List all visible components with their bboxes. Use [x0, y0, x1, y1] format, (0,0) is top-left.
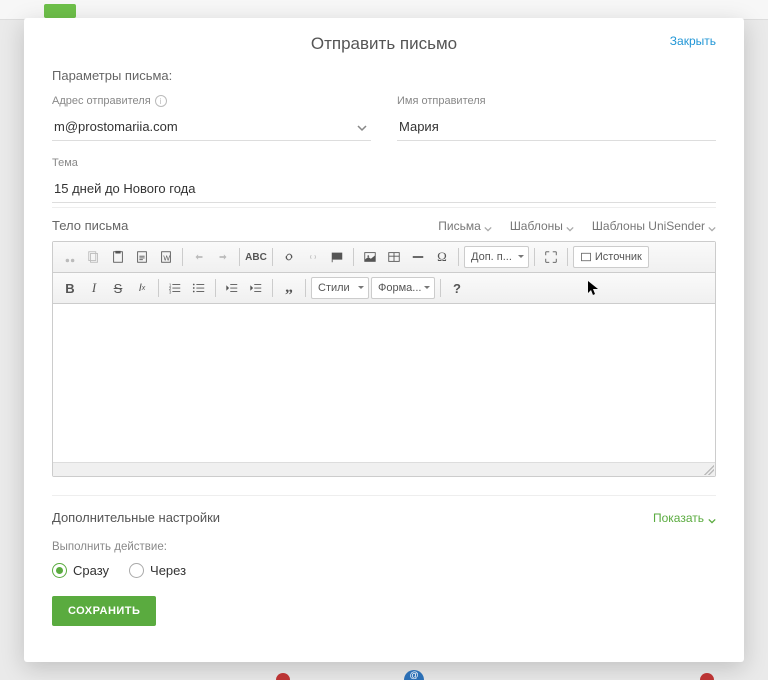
separator: [440, 279, 441, 297]
separator: [158, 279, 159, 297]
chevron-down-icon: [708, 514, 716, 522]
spellcheck-icon[interactable]: ABC: [245, 246, 267, 268]
sender-address-select[interactable]: m@prostomariia.com: [52, 113, 371, 141]
radio-dot: [129, 563, 144, 578]
separator: [305, 279, 306, 297]
blue-indicator: @: [404, 670, 424, 680]
chevron-down-icon: [708, 222, 716, 230]
modal-title: Отправить письмо: [52, 34, 716, 54]
source-button[interactable]: Источник: [573, 246, 649, 268]
separator: [458, 248, 459, 266]
chevron-down-icon: [357, 121, 367, 131]
editor-toolbar-row2: B I S Ix 123 „ Стили Форма... ?: [53, 273, 715, 304]
action-timing-label: Выполнить действие:: [52, 541, 716, 553]
green-badge: [44, 4, 76, 18]
red-indicator: [700, 673, 714, 680]
paste-icon[interactable]: [107, 246, 129, 268]
editor-footer: [53, 462, 715, 476]
outdent-icon[interactable]: [221, 277, 243, 299]
red-indicator: [276, 673, 290, 680]
radio-dot-checked: [52, 563, 67, 578]
help-icon[interactable]: ?: [446, 277, 468, 299]
bold-icon[interactable]: B: [59, 277, 81, 299]
link-icon[interactable]: [278, 246, 300, 268]
image-icon[interactable]: [359, 246, 381, 268]
editor-content-area[interactable]: [53, 304, 715, 462]
separator: [182, 248, 183, 266]
paste-text-icon[interactable]: [131, 246, 153, 268]
tab-templates[interactable]: Шаблоны: [510, 219, 574, 233]
separator: [272, 248, 273, 266]
indent-icon[interactable]: [245, 277, 267, 299]
cut-icon[interactable]: [59, 246, 81, 268]
action-timing-section: Выполнить действие: Сразу Через: [52, 541, 716, 578]
save-button[interactable]: СОХРАНИТЬ: [52, 596, 156, 626]
numbered-list-icon[interactable]: 123: [164, 277, 186, 299]
styles-combo[interactable]: Стили: [311, 277, 369, 299]
subject-label: Тема: [52, 157, 78, 169]
tab-letters[interactable]: Письма: [438, 219, 492, 233]
chevron-down-icon: [484, 222, 492, 230]
redo-icon[interactable]: [212, 246, 234, 268]
chevron-down-icon: [566, 222, 574, 230]
maximize-icon[interactable]: [540, 246, 562, 268]
extras-combo[interactable]: Доп. п...: [464, 246, 529, 268]
rich-text-editor: W ABC Ω Доп. п...: [52, 241, 716, 477]
editor-toolbar-row1: W ABC Ω Доп. п...: [53, 242, 715, 273]
separator: [215, 279, 216, 297]
remove-format-icon[interactable]: Ix: [131, 277, 153, 299]
resize-grip[interactable]: [704, 465, 714, 475]
sender-name-field: Имя отправителя: [397, 95, 716, 141]
copy-icon[interactable]: [83, 246, 105, 268]
radio-after[interactable]: Через: [129, 563, 186, 578]
special-char-icon[interactable]: Ω: [431, 246, 453, 268]
backdrop-top-bar: [0, 0, 768, 20]
table-icon[interactable]: [383, 246, 405, 268]
sender-address-label: Адрес отправителя: [52, 95, 151, 107]
bottom-strip: @: [0, 670, 768, 680]
body-header: Тело письма Письма Шаблоны Шаблоны UniSe…: [52, 207, 716, 241]
svg-text:3: 3: [169, 289, 172, 294]
hr-icon[interactable]: [407, 246, 429, 268]
format-combo[interactable]: Форма...: [371, 277, 435, 299]
sender-address-value: m@prostomariia.com: [54, 119, 178, 134]
unlink-icon[interactable]: [302, 246, 324, 268]
show-additional-button[interactable]: Показать: [653, 511, 716, 525]
sender-name-input[interactable]: [397, 113, 716, 141]
separator: [239, 248, 240, 266]
sender-address-field: Адрес отправителя i m@prostomariia.com: [52, 95, 371, 141]
paste-word-icon[interactable]: W: [155, 246, 177, 268]
modal-header: Отправить письмо Закрыть: [24, 18, 744, 68]
anchor-icon[interactable]: [326, 246, 348, 268]
separator: [353, 248, 354, 266]
send-letter-modal: Отправить письмо Закрыть Параметры письм…: [24, 18, 744, 662]
separator: [272, 279, 273, 297]
subject-field: Тема: [52, 157, 716, 203]
sender-name-label: Имя отправителя: [397, 95, 486, 107]
tab-unisender[interactable]: Шаблоны UniSender: [592, 219, 716, 233]
params-section-title: Параметры письма:: [52, 68, 716, 95]
separator: [567, 248, 568, 266]
subject-input[interactable]: [52, 175, 716, 203]
strike-icon[interactable]: S: [107, 277, 129, 299]
bullet-list-icon[interactable]: [188, 277, 210, 299]
svg-text:W: W: [163, 256, 170, 263]
additional-settings-title: Дополнительные настройки: [52, 510, 220, 525]
info-icon[interactable]: i: [155, 95, 167, 107]
blockquote-icon[interactable]: „: [278, 277, 300, 299]
params-section: Параметры письма: Адрес отправителя i m@…: [24, 68, 744, 640]
close-button[interactable]: Закрыть: [670, 34, 716, 48]
undo-icon[interactable]: [188, 246, 210, 268]
italic-icon[interactable]: I: [83, 277, 105, 299]
body-title: Тело письма: [52, 218, 128, 233]
separator: [534, 248, 535, 266]
additional-settings-header: Дополнительные настройки Показать: [52, 495, 716, 525]
radio-now[interactable]: Сразу: [52, 563, 109, 578]
